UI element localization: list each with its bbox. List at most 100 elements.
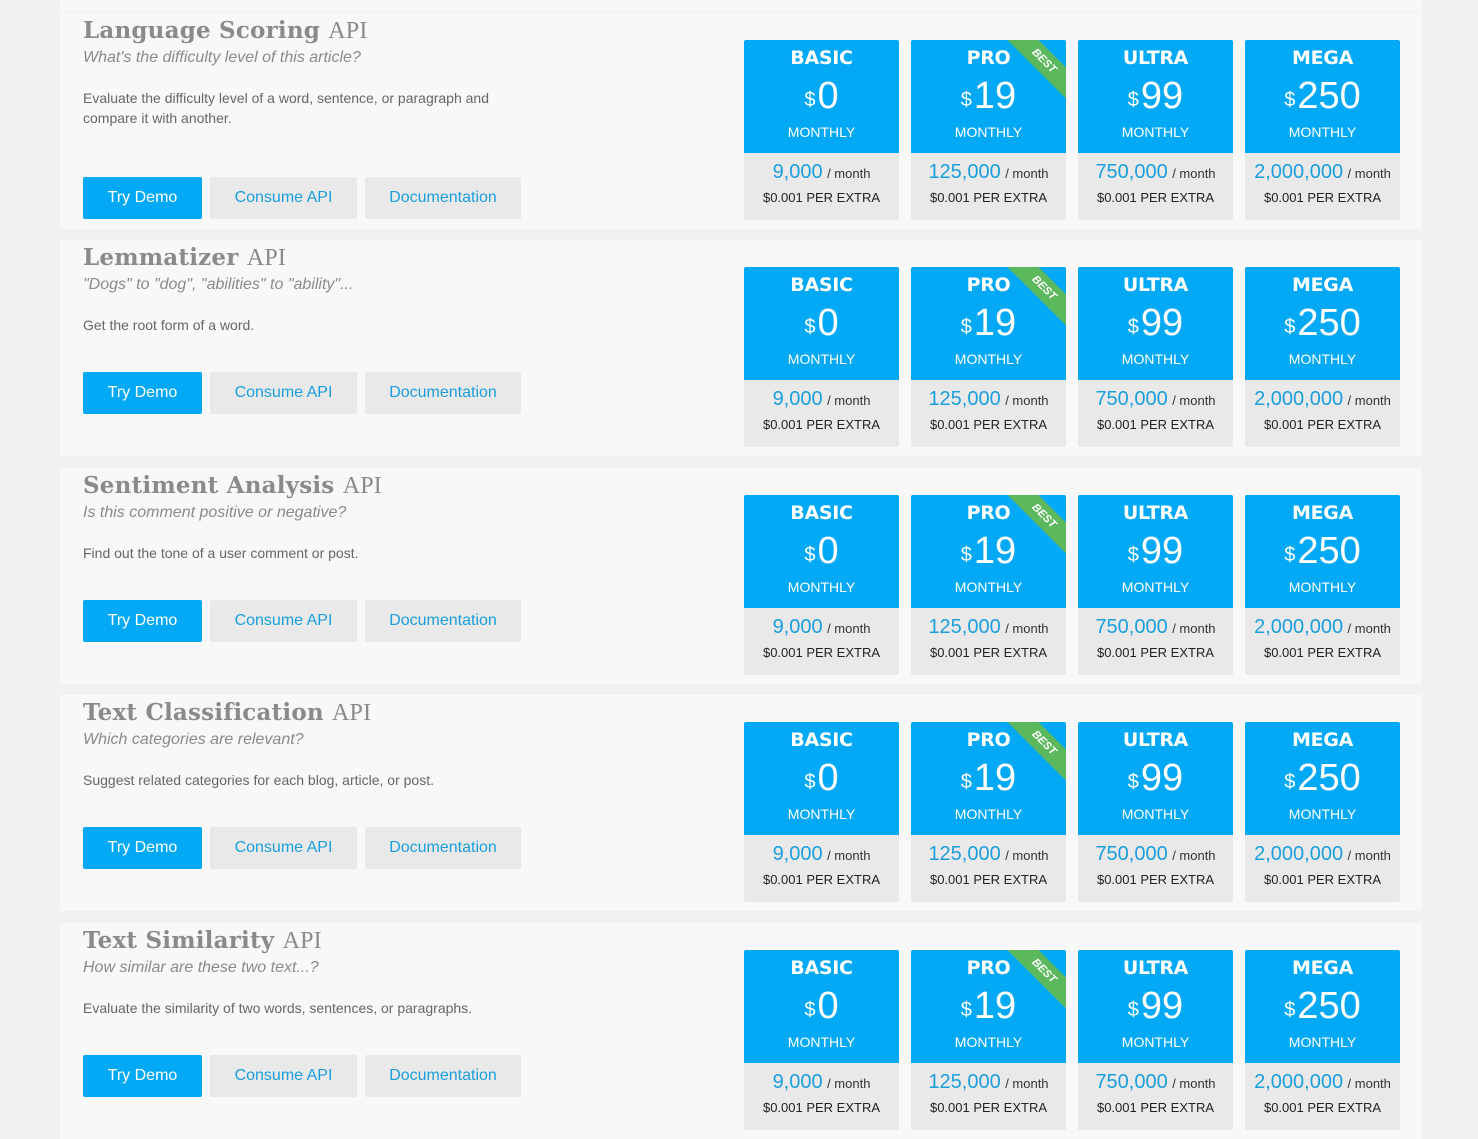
try-demo-button[interactable]: Try Demo bbox=[83, 827, 202, 869]
extra-price: $0.001 PER EXTRA bbox=[762, 417, 881, 432]
try-demo-button[interactable]: Try Demo bbox=[83, 1055, 202, 1097]
api-suffix: API bbox=[328, 18, 368, 44]
currency-symbol: $ bbox=[1284, 544, 1296, 566]
currency-symbol: $ bbox=[1284, 89, 1296, 111]
plan-footer: 9,000 / month $0.001 PER EXTRA bbox=[744, 1063, 899, 1130]
price-amount: 99 bbox=[1140, 757, 1184, 799]
plan-period: MONTHLY bbox=[954, 351, 1023, 367]
plan-card-ultra[interactable]: ULTRA $99 MONTHLY 750,000 / month $0.001 PER… bbox=[1078, 267, 1233, 447]
plan-card-pro[interactable]: PRO $19 MONTHLY BEST 125,000 / month $0.001 P… bbox=[911, 722, 1066, 902]
plan-period: MONTHLY bbox=[1121, 806, 1190, 822]
plan-card-pro[interactable]: PRO $19 MONTHLY BEST 125,000 / month $0.001 P… bbox=[911, 267, 1066, 447]
consume-api-button[interactable]: Consume API bbox=[210, 600, 357, 642]
plan-header: PRO $19 MONTHLY BEST bbox=[911, 950, 1066, 1063]
plan-footer: 750,000 / month $0.001 PER EXTRA bbox=[1078, 1063, 1233, 1130]
extra-price: $0.001 PER EXTRA bbox=[929, 1100, 1048, 1115]
extra-price: $0.001 PER EXTRA bbox=[1263, 1100, 1382, 1115]
plan-card-ultra[interactable]: ULTRA $99 MONTHLY 750,000 / month $0.001 PER… bbox=[1078, 950, 1233, 1130]
extra-price: $0.001 PER EXTRA bbox=[1096, 645, 1215, 660]
plan-footer: 2,000,000 / month $0.001 PER EXTRA bbox=[1245, 380, 1400, 447]
quota-amount: 750,000 bbox=[1095, 616, 1168, 638]
plan-card-basic[interactable]: BASIC $0 MONTHLY 9,000 / month $0.001 PER EX… bbox=[744, 950, 899, 1130]
api-name: Text Similarity bbox=[83, 927, 275, 954]
documentation-button[interactable]: Documentation bbox=[365, 372, 521, 414]
consume-api-button[interactable]: Consume API bbox=[210, 1055, 357, 1097]
plan-price: $19 bbox=[911, 756, 1066, 800]
api-name: Language Scoring bbox=[83, 17, 321, 44]
plan-quota: 9,000 / month bbox=[744, 153, 899, 184]
quota-unit: / month bbox=[1347, 393, 1391, 408]
api-title: Text Similarity API bbox=[83, 927, 322, 955]
documentation-button[interactable]: Documentation bbox=[365, 600, 521, 642]
plan-period: MONTHLY bbox=[1288, 579, 1357, 595]
top-card-edge bbox=[60, 0, 1422, 12]
consume-api-button[interactable]: Consume API bbox=[210, 372, 357, 414]
plan-card-basic[interactable]: BASIC $0 MONTHLY 9,000 / month $0.001 PER EX… bbox=[744, 722, 899, 902]
plan-card-mega[interactable]: MEGA $250 MONTHLY 2,000,000 / month $0.001 P… bbox=[1245, 722, 1400, 902]
plan-price: $0 bbox=[744, 756, 899, 800]
api-name: Sentiment Analysis bbox=[83, 472, 335, 499]
plan-price: $19 bbox=[911, 984, 1066, 1028]
plan-price: $0 bbox=[744, 529, 899, 573]
plan-card-mega[interactable]: MEGA $250 MONTHLY 2,000,000 / month $0.001 P… bbox=[1245, 495, 1400, 675]
plan-period: MONTHLY bbox=[1121, 124, 1190, 140]
try-demo-button[interactable]: Try Demo bbox=[83, 600, 202, 642]
plan-name: BASIC bbox=[790, 47, 853, 69]
documentation-button[interactable]: Documentation bbox=[365, 827, 521, 869]
consume-api-button[interactable]: Consume API bbox=[210, 827, 357, 869]
plan-period: MONTHLY bbox=[787, 1034, 856, 1050]
api-actions: Try Demo Consume API Documentation bbox=[83, 827, 521, 869]
plan-footer: 750,000 / month $0.001 PER EXTRA bbox=[1078, 608, 1233, 675]
api-tagline: How similar are these two text...? bbox=[83, 959, 319, 976]
plan-footer: 750,000 / month $0.001 PER EXTRA bbox=[1078, 380, 1233, 447]
plan-card-ultra[interactable]: ULTRA $99 MONTHLY 750,000 / month $0.001 PER… bbox=[1078, 722, 1233, 902]
plan-name: BASIC bbox=[790, 957, 853, 979]
plan-card-mega[interactable]: MEGA $250 MONTHLY 2,000,000 / month $0.001 P… bbox=[1245, 40, 1400, 220]
price-amount: 250 bbox=[1297, 985, 1361, 1027]
plan-name: BASIC bbox=[790, 274, 853, 296]
price-amount: 0 bbox=[817, 985, 839, 1027]
plan-card-pro[interactable]: PRO $19 MONTHLY BEST 125,000 / month $0.001 P… bbox=[911, 950, 1066, 1130]
currency-symbol: $ bbox=[1284, 999, 1296, 1021]
plan-card-pro[interactable]: PRO $19 MONTHLY BEST 125,000 / month $0.001 P… bbox=[911, 495, 1066, 675]
plan-card-basic[interactable]: BASIC $0 MONTHLY 9,000 / month $0.001 PER EX… bbox=[744, 267, 899, 447]
consume-api-button[interactable]: Consume API bbox=[210, 177, 357, 219]
plan-price: $0 bbox=[744, 301, 899, 345]
plan-quota: 125,000 / month bbox=[911, 1063, 1066, 1094]
try-demo-button[interactable]: Try Demo bbox=[83, 177, 202, 219]
plan-header: MEGA $250 MONTHLY bbox=[1245, 40, 1400, 153]
plan-card-basic[interactable]: BASIC $0 MONTHLY 9,000 / month $0.001 PER EX… bbox=[744, 495, 899, 675]
quota-amount: 9,000 bbox=[772, 1071, 823, 1093]
plan-quota: 2,000,000 / month bbox=[1245, 608, 1400, 639]
price-amount: 99 bbox=[1140, 985, 1184, 1027]
extra-price: $0.001 PER EXTRA bbox=[762, 190, 881, 205]
extra-price: $0.001 PER EXTRA bbox=[762, 1100, 881, 1115]
api-card: Text Similarity API How similar are these… bbox=[60, 923, 1422, 1139]
plan-period: MONTHLY bbox=[954, 579, 1023, 595]
api-title: Lemmatizer API bbox=[83, 244, 286, 272]
plan-header: ULTRA $99 MONTHLY bbox=[1078, 40, 1233, 153]
plan-card-mega[interactable]: MEGA $250 MONTHLY 2,000,000 / month $0.001 P… bbox=[1245, 267, 1400, 447]
api-tagline: Is this comment positive or negative? bbox=[83, 504, 347, 521]
plan-price: $19 bbox=[911, 301, 1066, 345]
documentation-button[interactable]: Documentation bbox=[365, 1055, 521, 1097]
plan-card-ultra[interactable]: ULTRA $99 MONTHLY 750,000 / month $0.001 PER… bbox=[1078, 495, 1233, 675]
plan-header: PRO $19 MONTHLY BEST bbox=[911, 722, 1066, 835]
quota-unit: / month bbox=[827, 621, 871, 636]
plan-card-mega[interactable]: MEGA $250 MONTHLY 2,000,000 / month $0.001 P… bbox=[1245, 950, 1400, 1130]
api-card: Text Classification API Which categories … bbox=[60, 695, 1422, 911]
plan-header: BASIC $0 MONTHLY bbox=[744, 495, 899, 608]
quota-amount: 9,000 bbox=[772, 843, 823, 865]
plan-name: ULTRA bbox=[1122, 274, 1189, 296]
plan-card-ultra[interactable]: ULTRA $99 MONTHLY 750,000 / month $0.001 PER… bbox=[1078, 40, 1233, 220]
plan-card-pro[interactable]: PRO $19 MONTHLY BEST 125,000 / month $0.001 P… bbox=[911, 40, 1066, 220]
api-suffix: API bbox=[332, 700, 372, 726]
plan-quota: 125,000 / month bbox=[911, 608, 1066, 639]
currency-symbol: $ bbox=[1127, 316, 1139, 338]
try-demo-button[interactable]: Try Demo bbox=[83, 372, 202, 414]
plan-name: ULTRA bbox=[1122, 502, 1189, 524]
plan-name: MEGA bbox=[1292, 47, 1353, 69]
documentation-button[interactable]: Documentation bbox=[365, 177, 521, 219]
plan-card-basic[interactable]: BASIC $0 MONTHLY 9,000 / month $0.001 PER EX… bbox=[744, 40, 899, 220]
currency-symbol: $ bbox=[960, 316, 972, 338]
